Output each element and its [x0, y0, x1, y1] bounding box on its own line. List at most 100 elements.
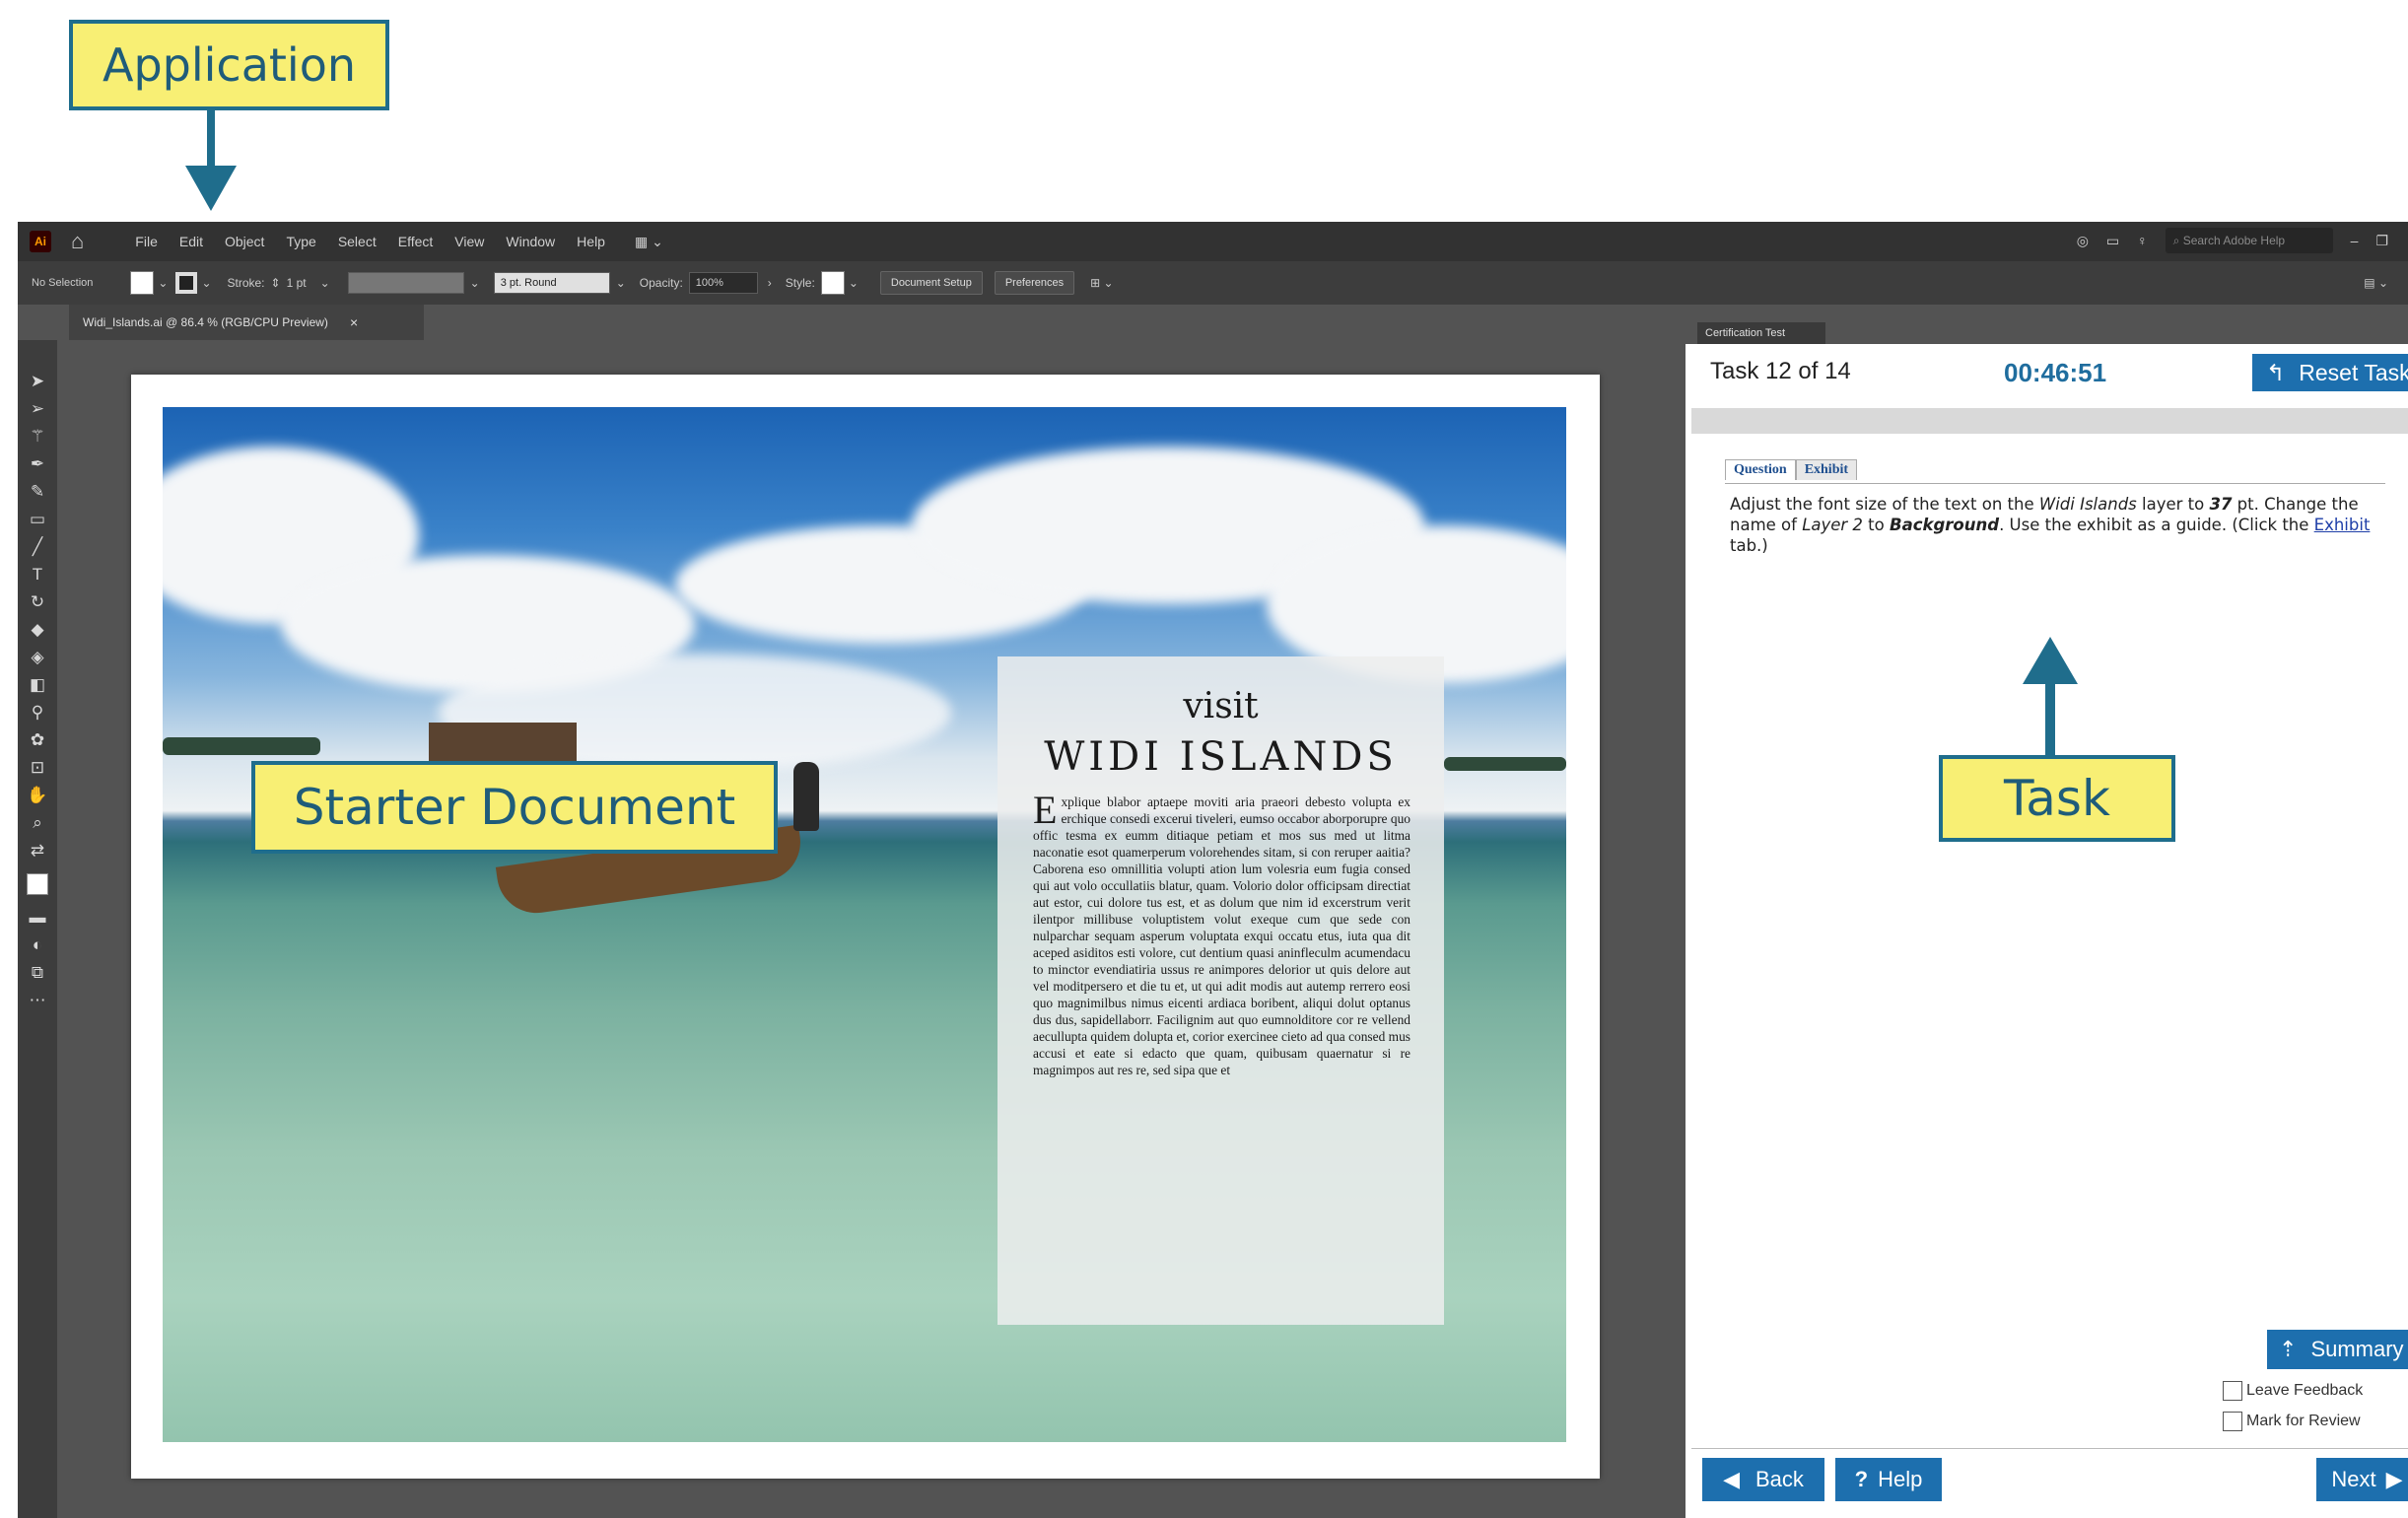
question-old-layer-name: Layer 2 — [1802, 516, 1863, 534]
variable-width-select[interactable] — [347, 272, 464, 294]
question-text: Adjust the font size of the text on the … — [1730, 494, 2371, 556]
symbol-sprayer-tool-icon[interactable]: ✿ — [24, 726, 51, 754]
stroke-value[interactable]: 1 pt — [287, 276, 307, 290]
certification-panel-tab[interactable]: Certification Test — [1697, 322, 1825, 344]
mark-review-row[interactable]: Mark for Review — [2223, 1412, 2361, 1431]
lightbulb-icon[interactable]: ♀ — [2137, 233, 2148, 248]
tab-question[interactable]: Question — [1725, 459, 1796, 480]
question-text-part: layer to — [2136, 495, 2210, 514]
menu-edit[interactable]: Edit — [179, 234, 203, 249]
eraser-tool-icon[interactable]: ◆ — [24, 616, 51, 644]
tab-exhibit[interactable]: Exhibit — [1795, 459, 1858, 480]
search-help-input[interactable]: ⌕ Search Adobe Help — [2165, 228, 2333, 253]
draw-mode-icon[interactable]: ◐ — [24, 932, 51, 959]
next-label: Next — [2331, 1467, 2376, 1491]
menu-file[interactable]: File — [135, 234, 158, 249]
summary-button[interactable]: ⇡ Summary — [2267, 1330, 2408, 1369]
menu-view[interactable]: View — [454, 234, 484, 249]
restore-icon[interactable]: ❐ — [2375, 233, 2388, 249]
menu-select[interactable]: Select — [338, 234, 377, 249]
fill-stroke-icon[interactable] — [24, 864, 51, 904]
shape-builder-tool-icon[interactable]: ◈ — [24, 644, 51, 671]
menu-type[interactable]: Type — [286, 234, 315, 249]
close-icon[interactable]: × — [350, 314, 358, 330]
opacity-expand-icon[interactable]: › — [768, 276, 772, 290]
style-label: Style: — [785, 276, 815, 290]
menu-window[interactable]: Window — [506, 234, 555, 249]
tools-panel: ➤ ➢ ⚚ ✒ ✎ ▭ ╱ T ↻ ◆ ◈ ◧ ⚲ ✿ ⊡ ✋ ⌕ ⇄ ▬ ◐ … — [18, 340, 57, 1518]
leave-feedback-checkbox[interactable] — [2223, 1381, 2242, 1401]
swap-colors-icon[interactable]: ⇄ — [24, 837, 51, 864]
rotate-tool-icon[interactable]: ↻ — [24, 588, 51, 616]
reset-icon: ↰ — [2266, 359, 2286, 385]
menu-effect[interactable]: Effect — [398, 234, 434, 249]
menu-object[interactable]: Object — [225, 234, 264, 249]
exhibit-link[interactable]: Exhibit — [2314, 516, 2371, 534]
stroke-stepper-icon[interactable]: ⇕ — [271, 276, 281, 290]
panel-toggle-icon[interactable]: ▤ ⌄ — [2364, 276, 2388, 290]
brush-dropdown-icon[interactable]: ⌄ — [616, 276, 626, 290]
stroke-label: Stroke: — [227, 276, 265, 290]
eyedropper-tool-icon[interactable]: ⚲ — [24, 699, 51, 726]
pen-tool-icon[interactable]: ✒ — [24, 450, 51, 478]
stilt-house — [429, 723, 577, 762]
line-tool-icon[interactable]: ╱ — [24, 533, 51, 561]
fill-dropdown-icon[interactable]: ⌄ — [158, 276, 168, 290]
color-mode-icon[interactable]: ▬ — [24, 904, 51, 932]
reset-task-button[interactable]: ↰ Reset Task — [2252, 354, 2408, 391]
document-setup-button[interactable]: Document Setup — [879, 271, 983, 295]
opacity-label: Opacity: — [639, 276, 683, 290]
question-layer-name: Widi Islands — [2038, 495, 2137, 514]
starter-document-callout-label: Starter Document — [293, 779, 736, 836]
island-photo: visit WIDI ISLANDS Explique blabor aptae… — [163, 407, 1566, 1442]
rectangle-tool-icon[interactable]: ▭ — [24, 506, 51, 533]
opacity-input[interactable]: 100% — [688, 272, 758, 294]
back-label: Back — [1755, 1467, 1804, 1491]
back-button[interactable]: ◀ Back — [1702, 1458, 1824, 1501]
direct-selection-tool-icon[interactable]: ➢ — [24, 395, 51, 423]
next-arrow-icon: ▶ — [2385, 1467, 2403, 1491]
type-tool-icon[interactable]: T — [24, 561, 51, 588]
stroke-swatch[interactable] — [175, 272, 198, 294]
more-tools-icon[interactable]: ⋯ — [24, 987, 51, 1014]
artboard-tool-icon[interactable]: ⊡ — [24, 754, 51, 782]
magic-wand-tool-icon[interactable]: ⚚ — [24, 423, 51, 450]
brush-select[interactable]: 3 pt. Round — [493, 272, 610, 294]
next-button[interactable]: Next ▶ — [2316, 1458, 2408, 1501]
selection-tool-icon[interactable]: ➤ — [24, 368, 51, 395]
starter-document-callout: Starter Document — [251, 761, 778, 854]
task-callout: Task — [1939, 755, 2175, 842]
user-icon[interactable]: ◎ — [2077, 233, 2089, 249]
screen-mode-icon[interactable]: ⧉ — [24, 959, 51, 987]
mark-review-label: Mark for Review — [2246, 1413, 2361, 1429]
style-swatch[interactable] — [820, 271, 845, 295]
menu-help[interactable]: Help — [577, 234, 605, 249]
task-counter: Task 12 of 14 — [1710, 358, 1851, 384]
gradient-tool-icon[interactable]: ◧ — [24, 671, 51, 699]
article-text-frame[interactable]: visit WIDI ISLANDS Explique blabor aptae… — [998, 656, 1444, 1325]
fill-swatch[interactable] — [130, 271, 155, 295]
artboard[interactable]: visit WIDI ISLANDS Explique blabor aptae… — [131, 375, 1600, 1479]
leave-feedback-row[interactable]: Leave Feedback — [2223, 1381, 2363, 1401]
nav-divider — [1691, 1448, 2408, 1449]
stroke-dropdown-icon[interactable]: ⌄ — [201, 276, 211, 290]
style-dropdown-icon[interactable]: ⌄ — [849, 276, 859, 290]
help-label: Help — [1878, 1467, 1923, 1491]
help-button[interactable]: ? Help — [1835, 1458, 1942, 1501]
hand-tool-icon[interactable]: ✋ — [24, 782, 51, 809]
preferences-button[interactable]: Preferences — [994, 271, 1075, 295]
zoom-tool-icon[interactable]: ⌕ — [24, 809, 51, 837]
arrange-documents-icon[interactable]: ⊞ ⌄ — [1090, 276, 1113, 290]
home-icon[interactable]: ⌂ — [71, 229, 84, 254]
document-tab[interactable]: Widi_Islands.ai @ 86.4 % (RGB/CPU Previe… — [69, 305, 424, 340]
workspace-switcher-icon[interactable]: ▦ ⌄ — [635, 234, 663, 250]
variable-width-dropdown-icon[interactable]: ⌄ — [470, 276, 480, 290]
progress-bar — [1691, 408, 2408, 434]
island-silhouette — [1444, 757, 1566, 771]
stroke-value-dropdown-icon[interactable]: ⌄ — [320, 276, 330, 290]
mark-review-checkbox[interactable] — [2223, 1412, 2242, 1431]
arrange-icon[interactable]: ▭ — [2106, 233, 2119, 249]
minimize-icon[interactable]: – — [2351, 233, 2359, 248]
curvature-tool-icon[interactable]: ✎ — [24, 478, 51, 506]
question-new-layer-name: Background — [1890, 516, 2000, 534]
